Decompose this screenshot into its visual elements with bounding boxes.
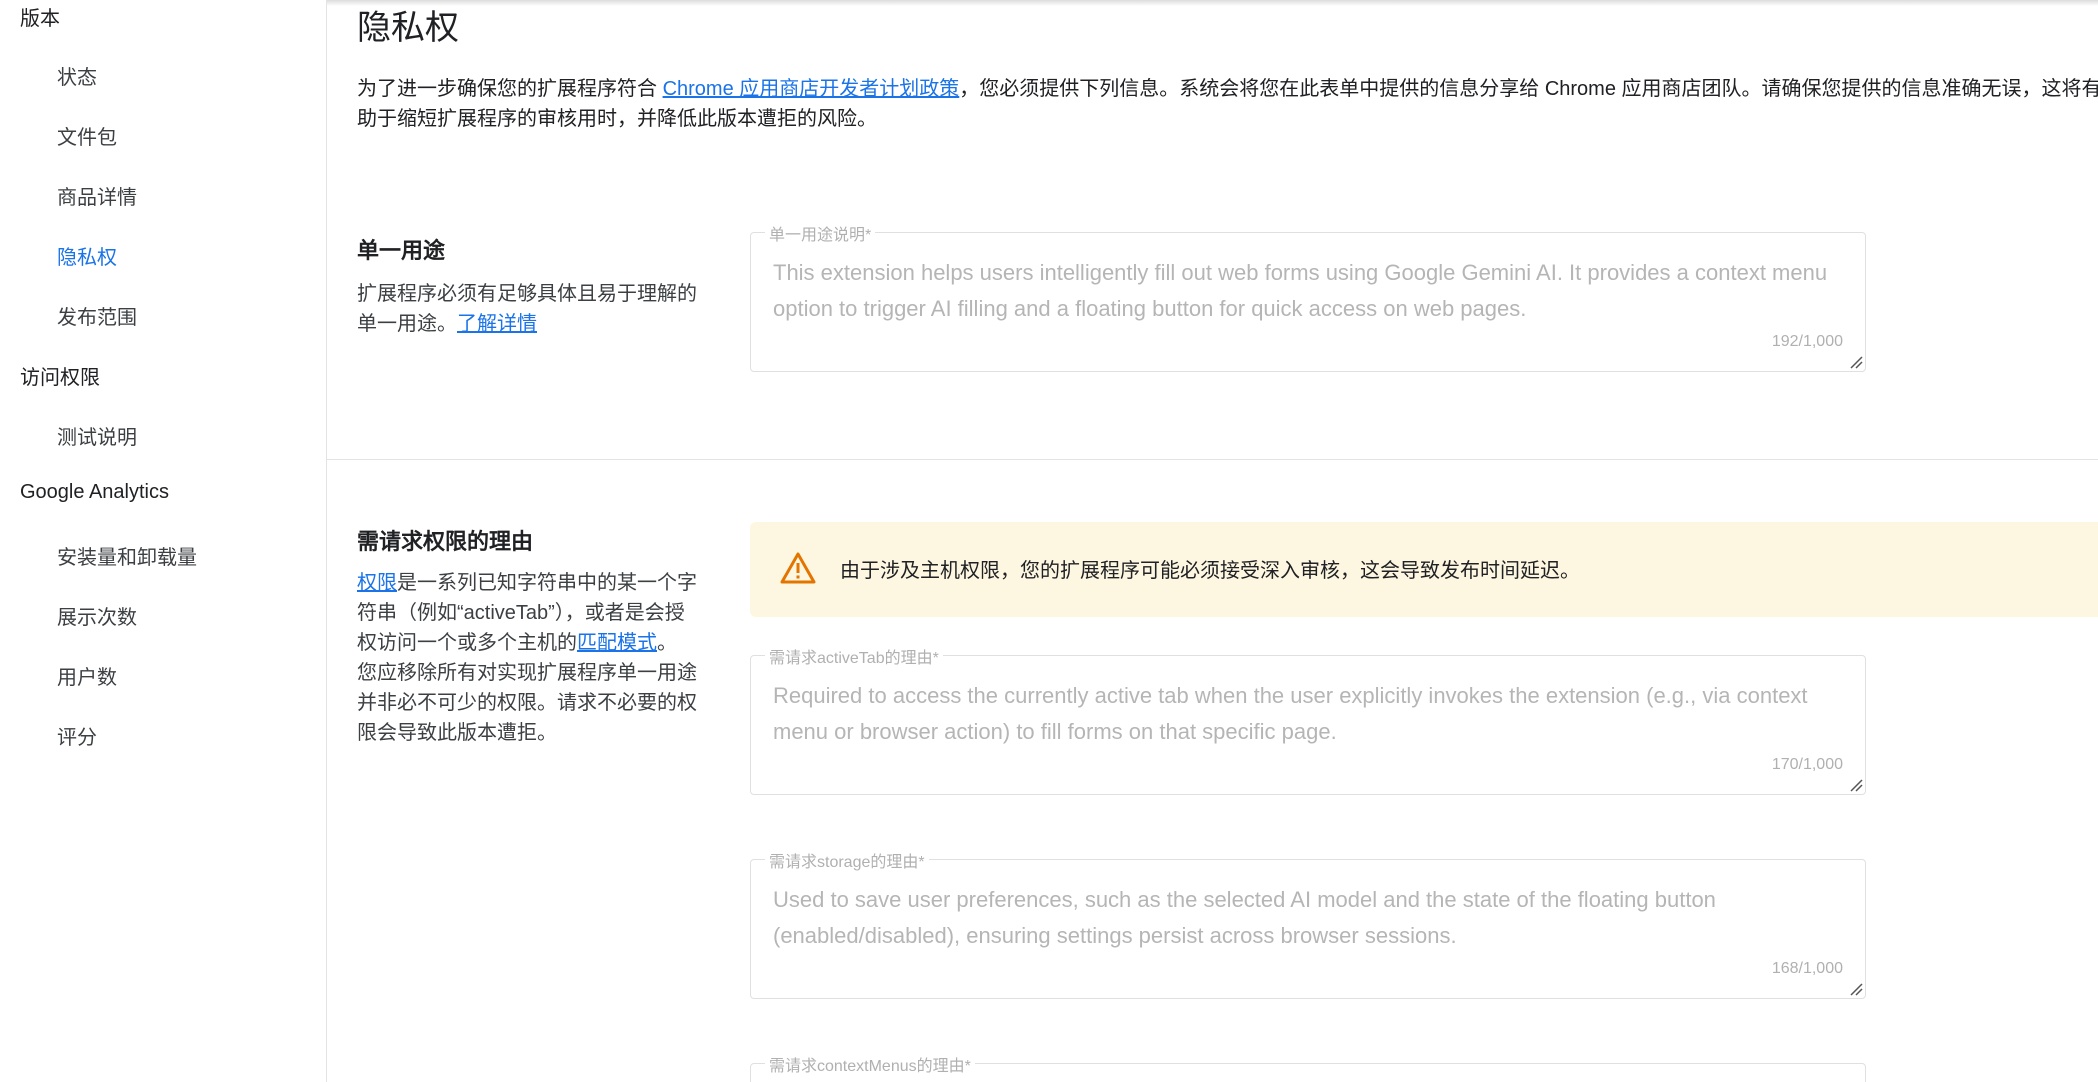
- activetab-field-label: 需请求activeTab的理由*: [765, 644, 943, 668]
- page: 版本 状态 文件包 商品详情 隐私权 发布范围 访问权限 测试说明 Google…: [0, 0, 2098, 1082]
- storage-field-label: 需请求storage的理由*: [765, 848, 929, 872]
- permissions-link[interactable]: 权限: [357, 572, 397, 594]
- storage-char-count: 168/1,000: [1771, 960, 1843, 977]
- single-purpose-field[interactable]: 单一用途说明* This extension helps users intel…: [750, 221, 1866, 372]
- sidebar-item-privacy[interactable]: 隐私权: [57, 241, 117, 270]
- sidebar-item-ratings[interactable]: 评分: [57, 721, 97, 750]
- sidebar-item-installs[interactable]: 安装量和卸载量: [57, 541, 197, 570]
- permissions-desc: 权限是一系列已知字符串中的某一个字符串（例如“activeTab”），或者是会授…: [357, 568, 702, 748]
- contextmenus-field-label: 需请求contextMenus的理由*: [765, 1052, 975, 1076]
- sidebar-item-distribution[interactable]: 发布范围: [57, 301, 137, 330]
- resize-handle-icon[interactable]: [1849, 778, 1863, 792]
- permissions-desc-part2: 。: [657, 632, 677, 654]
- learn-more-link[interactable]: 了解详情: [457, 313, 537, 335]
- storage-justification-field[interactable]: 需请求storage的理由* Used to save user prefere…: [750, 848, 1866, 999]
- resize-handle-icon[interactable]: [1849, 982, 1863, 996]
- single-purpose-field-value[interactable]: This extension helps users intelligently…: [773, 255, 1835, 327]
- sidebar-item-package[interactable]: 文件包: [57, 121, 117, 150]
- activetab-field-value[interactable]: Required to access the currently active …: [773, 678, 1835, 750]
- permissions-desc-part3: 您应移除所有对实现扩展程序单一用途并非必不可少的权限。请求不必要的权限会导致此版…: [357, 662, 697, 744]
- intro-text: 为了进一步确保您的扩展程序符合 Chrome 应用商店开发者计划政策，您必须提供…: [357, 74, 2098, 134]
- resize-handle-icon[interactable]: [1849, 355, 1863, 369]
- activetab-char-count: 170/1,000: [1771, 756, 1843, 773]
- storage-field-value[interactable]: Used to save user preferences, such as t…: [773, 882, 1835, 954]
- sidebar-item-impressions[interactable]: 展示次数: [57, 601, 137, 630]
- single-purpose-field-label: 单一用途说明*: [765, 221, 876, 245]
- sidebar-item-store-listing[interactable]: 商品详情: [57, 181, 137, 210]
- page-title: 隐私权: [357, 9, 459, 47]
- contextmenus-justification-field[interactable]: 需请求contextMenus的理由*: [750, 1052, 1866, 1082]
- policy-link[interactable]: Chrome 应用商店开发者计划政策: [663, 78, 960, 100]
- sidebar-group-analytics: Google Analytics: [20, 481, 169, 503]
- warning-text: 由于涉及主机权限，您的扩展程序可能必须接受深入审核，这会导致发布时间延迟。: [840, 560, 1580, 582]
- warning-icon: [780, 552, 816, 584]
- activetab-justification-field[interactable]: 需请求activeTab的理由* Required to access the …: [750, 644, 1866, 795]
- match-patterns-link[interactable]: 匹配模式: [577, 632, 657, 654]
- sidebar-item-test-instructions[interactable]: 测试说明: [57, 421, 137, 450]
- sidebar-item-status[interactable]: 状态: [57, 61, 97, 90]
- single-purpose-char-count: 192/1,000: [1771, 333, 1843, 350]
- single-purpose-title: 单一用途: [357, 238, 446, 263]
- sidebar-group-version: 版本: [20, 8, 60, 30]
- sidebar-nav: 版本 状态 文件包 商品详情 隐私权 发布范围 访问权限 测试说明 Google…: [0, 0, 327, 1082]
- section-divider: [327, 459, 2098, 460]
- permissions-title: 需请求权限的理由: [357, 529, 534, 554]
- host-permission-warning: 由于涉及主机权限，您的扩展程序可能必须接受深入审核，这会导致发布时间延迟。: [750, 522, 2098, 617]
- sidebar-group-access: 访问权限: [20, 367, 100, 389]
- sidebar-item-users[interactable]: 用户数: [57, 661, 117, 690]
- intro-prefix: 为了进一步确保您的扩展程序符合: [357, 78, 663, 100]
- main-content: 隐私权 为了进一步确保您的扩展程序符合 Chrome 应用商店开发者计划政策，您…: [327, 0, 2098, 1082]
- single-purpose-desc: 扩展程序必须有足够具体且易于理解的单一用途。了解详情: [357, 279, 702, 339]
